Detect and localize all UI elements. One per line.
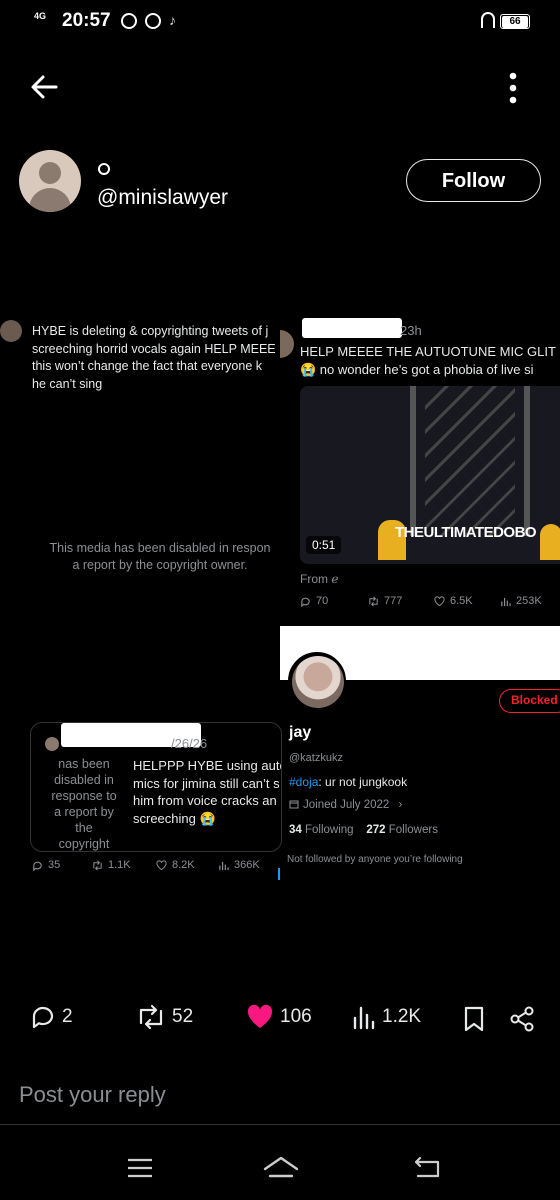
from-label: From ℯ — [300, 572, 339, 586]
headphones-icon — [481, 12, 495, 28]
spotify-icon — [121, 13, 137, 29]
video-watermark: THEULTIMATEDOBO — [395, 524, 537, 541]
bookmark-icon[interactable] — [463, 1006, 485, 1032]
tiktok-icon: ♪ — [169, 12, 176, 28]
views-count: 1.2K — [382, 1006, 422, 1027]
account-avatar — [288, 652, 346, 710]
like-stat: 8.2K — [156, 859, 195, 871]
account-stats: 34 Following 272 Followers — [289, 824, 438, 836]
tweet-time: /26/26 — [171, 736, 208, 751]
network-indicator: 4G — [34, 11, 47, 21]
repost-stat: 777 — [368, 595, 402, 607]
menu-nav-icon[interactable] — [126, 1156, 154, 1180]
video-duration: 0:51 — [306, 536, 342, 554]
like-button[interactable]: 106 — [246, 1004, 312, 1030]
account-not-followed: Not followed by anyone you’re following — [287, 854, 463, 865]
media-disabled-notice: This media has been disabled in respon a… — [49, 541, 271, 572]
views-stat: 366K — [218, 859, 260, 871]
calendar-icon — [289, 800, 299, 809]
account-bio: #doja: ur not jungkook — [289, 775, 408, 789]
tweet-text: HYBE is deleting & copyrighting tweets o… — [32, 324, 276, 391]
reply-icon — [33, 861, 42, 871]
reply-stat: 70 — [300, 595, 328, 607]
reply-count: 2 — [62, 1006, 73, 1027]
repost-icon — [369, 596, 378, 606]
views-icon — [219, 861, 229, 870]
views-icon — [501, 597, 511, 606]
reply-button[interactable]: 2 — [30, 1004, 73, 1030]
display-name-icon — [98, 163, 110, 175]
clock: 20:57 — [62, 10, 111, 31]
like-count: 106 — [280, 1006, 312, 1027]
tweet-2-stats: 70 777 6.5K 253K — [300, 595, 560, 609]
tweet-3-stats: 35 1.1K 8.2K 366K — [32, 859, 282, 873]
reply-stat: 35 — [32, 859, 60, 871]
like-stat: 6.5K — [434, 595, 473, 607]
account-handle: @katzkukz — [289, 752, 343, 764]
divider — [0, 1124, 560, 1125]
repost-icon — [139, 1004, 163, 1030]
avatar — [0, 320, 22, 342]
tweet-text: HELPPP HYBE using auto mics for jimina s… — [133, 758, 282, 826]
tweet-text: 😭 no wonder he’s got a phobia of live si — [300, 362, 534, 377]
facebook-icon — [145, 13, 161, 29]
views-icon — [353, 1006, 375, 1030]
media-disabled-notice: nas been disabled in response to a repor… — [51, 757, 117, 851]
back-arrow-icon[interactable] — [28, 70, 62, 104]
redaction — [302, 318, 402, 338]
status-bar: 4G 20:57 ♪ 66 — [0, 0, 560, 42]
more-options-icon[interactable] — [500, 68, 526, 108]
home-nav-icon[interactable] — [262, 1152, 300, 1182]
reply-icon — [32, 1006, 54, 1029]
account-name: jay — [289, 724, 312, 741]
share-icon[interactable] — [509, 1006, 535, 1032]
heart-icon — [434, 595, 445, 606]
repost-icon — [93, 860, 102, 870]
repost-stat: 1.1K — [92, 859, 131, 871]
views-stat: 253K — [500, 595, 542, 607]
heart-filled-icon — [247, 1004, 273, 1028]
divider-accent — [278, 868, 280, 880]
blocked-badge: Blocked — [499, 689, 560, 713]
author-handle[interactable]: @minislawyer — [97, 186, 228, 210]
repost-button[interactable]: 52 — [136, 1004, 193, 1030]
back-nav-icon[interactable] — [412, 1154, 442, 1180]
account-joined: Joined July 2022 › — [289, 799, 402, 811]
reply-input[interactable]: Post your reply — [19, 1082, 166, 1108]
heart-icon — [156, 859, 167, 870]
follow-button[interactable]: Follow — [406, 159, 541, 202]
battery-indicator: 66 — [500, 14, 530, 29]
tweet-text: HELP MEEEE THE AUTUOTUNE MIC GLIT — [300, 344, 556, 359]
repost-count: 52 — [172, 1006, 194, 1027]
avatar — [45, 737, 59, 751]
post-action-bar: 2 52 106 1.2K — [0, 1004, 560, 1040]
author-avatar[interactable] — [19, 150, 81, 212]
video-thumbnail: THEULTIMATEDOBO 0:51 — [300, 386, 560, 564]
views-button[interactable]: 1.2K — [352, 1004, 421, 1030]
reply-icon — [301, 597, 310, 607]
avatar — [280, 330, 294, 358]
screenshot-tweet-3: /26/26 nas been disabled in response to … — [30, 722, 282, 852]
tweet-time: 23h — [400, 323, 422, 338]
